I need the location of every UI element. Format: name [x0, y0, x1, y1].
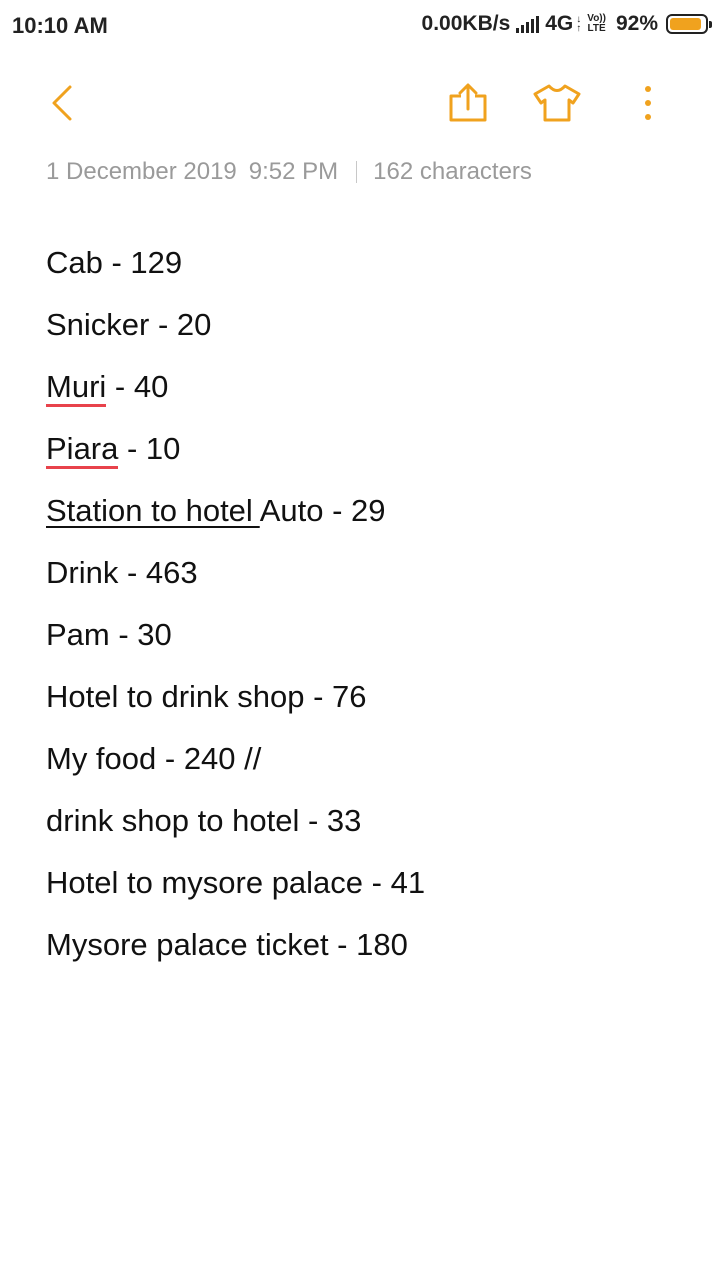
share-button[interactable] — [443, 78, 493, 128]
note-line[interactable]: Cab - 129 — [46, 232, 700, 294]
battery-icon — [666, 14, 712, 34]
more-vertical-icon — [645, 86, 651, 120]
volte-bottom: LTE — [587, 23, 606, 34]
status-bar: 10:10 AM 0.00KB/s 4G ↓ ↑ Vo)) LTE 92% — [0, 0, 720, 52]
note-line-text: Hotel to mysore palace - 41 — [46, 865, 426, 900]
network-type: 4G — [545, 12, 574, 35]
meta-divider — [356, 161, 358, 183]
signal-icon — [516, 15, 540, 33]
note-date: 1 December 2019 — [46, 158, 237, 185]
misspelled-word[interactable]: Muri — [46, 369, 107, 407]
theme-button[interactable] — [532, 78, 582, 128]
theme-tshirt-icon — [533, 84, 581, 122]
note-line[interactable]: Mysore palace ticket - 180 — [46, 914, 700, 976]
toolbar — [0, 60, 720, 144]
note-time: 9:52 PM — [248, 158, 339, 185]
note-line-text: drink shop to hotel - 33 — [46, 803, 362, 838]
note-line[interactable]: My food - 240 // — [46, 728, 700, 790]
more-options-button[interactable] — [623, 78, 673, 128]
note-line-text: Auto - 29 — [259, 493, 386, 528]
note-line-text: Drink - 463 — [46, 555, 198, 590]
battery-fill — [670, 18, 702, 30]
note-line[interactable]: Piara - 10 — [46, 418, 700, 480]
note-line[interactable]: Snicker - 20 — [46, 294, 700, 356]
note-meta: 1 December 2019 9:52 PM 162 characters — [46, 158, 532, 186]
back-icon — [52, 85, 72, 121]
note-line-text: Cab - 129 — [46, 245, 183, 280]
note-line[interactable]: Station to hotel Auto - 29 — [46, 480, 700, 542]
network-speed: 0.00KB/s — [421, 12, 511, 35]
note-line[interactable]: Muri - 40 — [46, 356, 700, 418]
note-line[interactable]: Hotel to mysore palace - 41 — [46, 852, 700, 914]
note-line[interactable]: Drink - 463 — [46, 542, 700, 604]
note-line-text: Snicker - 20 — [46, 307, 212, 342]
volte-icon: Vo)) LTE — [587, 14, 606, 34]
note-line-text: Hotel to drink shop - 76 — [46, 679, 367, 714]
underlined-text: Station to hotel — [46, 493, 260, 528]
battery-percent: 92% — [615, 12, 658, 35]
data-arrows-icon: ↓ ↑ — [576, 14, 582, 34]
note-line-text: - 40 — [106, 369, 169, 404]
note-line-text: My food - 240 // — [46, 741, 262, 776]
note-line[interactable]: drink shop to hotel - 33 — [46, 790, 700, 852]
misspelled-word[interactable]: Piara — [46, 431, 119, 469]
note-line[interactable]: Hotel to drink shop - 76 — [46, 666, 700, 728]
note-line-text: Mysore palace ticket - 180 — [46, 927, 408, 962]
back-button[interactable] — [38, 78, 88, 128]
note-line-text: Pam - 30 — [46, 617, 172, 652]
note-body[interactable]: Cab - 129 Snicker - 20 Muri - 40 Piara - 10… — [46, 232, 700, 976]
status-indicators: 0.00KB/s 4G ↓ ↑ Vo)) LTE 92% — [421, 12, 712, 36]
note-line[interactable]: Pam - 30 — [46, 604, 700, 666]
status-time: 10:10 AM — [12, 13, 108, 38]
note-line-text: - 10 — [118, 431, 181, 466]
character-count: 162 characters — [373, 158, 532, 185]
share-icon — [449, 83, 487, 122]
